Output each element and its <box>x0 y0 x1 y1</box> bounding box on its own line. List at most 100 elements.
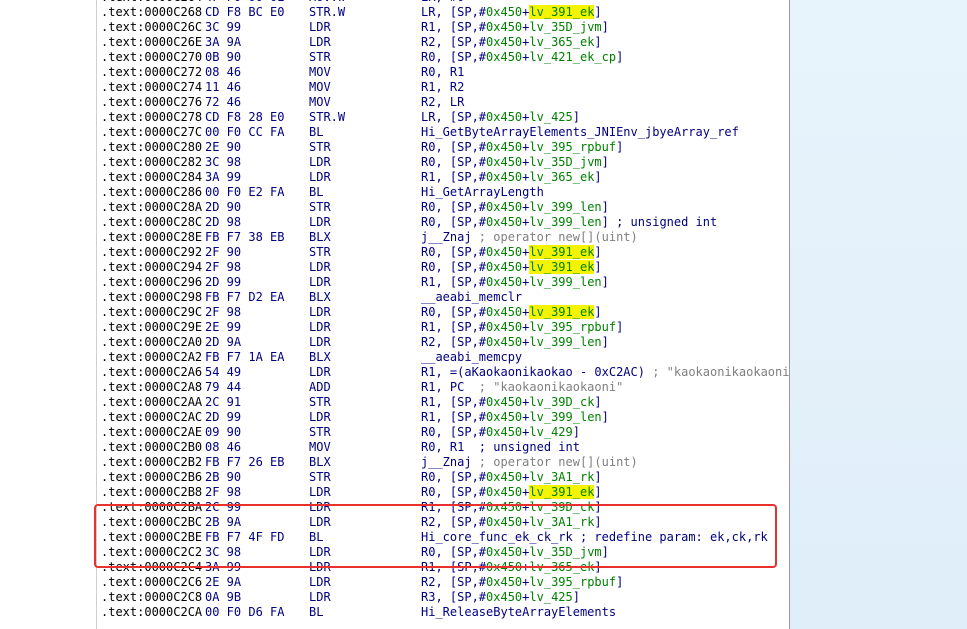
instruction-address[interactable]: .text:0000C2A2 <box>101 350 202 365</box>
variable-operand[interactable]: 0x450 <box>486 305 522 319</box>
instruction-operands[interactable]: R1, PC ; "kaokaonikaokaoni" <box>421 380 623 395</box>
instruction-address[interactable]: .text:0000C274 <box>101 80 202 95</box>
instruction-address[interactable]: .text:0000C286 <box>101 185 202 200</box>
instruction-address[interactable]: .text:0000C29C <box>101 305 202 320</box>
listing-row[interactable]: .text:0000C286 00 F0 E2 FA BL Hi_GetArrayLe… <box>97 185 789 200</box>
instruction-address[interactable]: .text:0000C27C <box>101 125 202 140</box>
listing-row[interactable]: .text:0000C28A 2D 90 STR R0, [SP,#0x450+lv_… <box>97 200 789 215</box>
instruction-operands[interactable]: R1, [SP,#0x450+lv_39D_ck] <box>421 500 602 515</box>
instruction-operands[interactable]: R1, R2 <box>421 80 464 95</box>
instruction-operands[interactable]: R0, [SP,#0x450+lv_399_len] <box>421 200 609 215</box>
instruction-operands[interactable]: R0, [SP,#0x450+lv_391_ek] <box>421 260 602 275</box>
listing-row[interactable]: .text:0000C292 2F 90 STR R0, [SP,#0x450+lv_… <box>97 245 789 260</box>
listing-row[interactable]: .text:0000C2B6 2B 90 STR R0, [SP,#0x450+lv_… <box>97 470 789 485</box>
instruction-operands[interactable]: R2, [SP,#0x450+lv_395_rpbuf] <box>421 575 623 590</box>
instruction-address[interactable]: .text:0000C270 <box>101 50 202 65</box>
instruction-operands[interactable]: R1, =(aKaokaonikaokao - 0xC2AC) ; "kaoka… <box>421 365 789 380</box>
function-reference[interactable]: j__Znaj <box>421 230 472 244</box>
instruction-address[interactable]: .text:0000C278 <box>101 110 202 125</box>
listing-row[interactable]: .text:0000C2AE 09 90 STR R0, [SP,#0x450+lv_… <box>97 425 789 440</box>
instruction-address[interactable]: .text:0000C2C8 <box>101 590 202 605</box>
instruction-operands[interactable]: R0, [SP,#0x450+lv_429] <box>421 425 580 440</box>
instruction-address[interactable]: .text:0000C2B8 <box>101 485 202 500</box>
instruction-address[interactable]: .text:0000C2C6 <box>101 575 202 590</box>
listing-row[interactable]: .text:0000C298 FB F7 D2 EA BLX __aeabi_memc… <box>97 290 789 305</box>
variable-operand[interactable]: 0x450 <box>486 5 522 19</box>
listing-row[interactable]: .text:0000C2CA 00 F0 D6 FA BL Hi_ReleaseByt… <box>97 605 789 620</box>
instruction-operands[interactable]: R2, [SP,#0x450+lv_399_len] <box>421 335 609 350</box>
instruction-address[interactable]: .text:0000C28C <box>101 215 202 230</box>
variable-operand[interactable]: lv_425 <box>529 590 572 604</box>
variable-operand[interactable]: lv_421_ek_cp <box>529 50 616 64</box>
listing-row[interactable]: .text:0000C2AA 2C 91 STR R1, [SP,#0x450+lv_… <box>97 395 789 410</box>
instruction-address[interactable]: .text:0000C2AE <box>101 425 202 440</box>
variable-operand[interactable]: 0x450 <box>486 320 522 334</box>
variable-operand[interactable]: 0x450 <box>486 515 522 529</box>
instruction-operands[interactable]: R1, [SP,#0x450+lv_395_rpbuf] <box>421 320 623 335</box>
highlighted-operand[interactable]: lv_391_ek <box>529 5 595 19</box>
instruction-address[interactable]: .text:0000C280 <box>101 140 202 155</box>
highlighted-operand[interactable]: lv_391_ek <box>529 305 595 319</box>
variable-operand[interactable]: 0x450 <box>486 200 522 214</box>
instruction-address[interactable]: .text:0000C2A6 <box>101 365 202 380</box>
listing-row[interactable]: .text:0000C296 2D 99 LDR R1, [SP,#0x450+lv_… <box>97 275 789 290</box>
variable-operand[interactable]: 0x450 <box>486 335 522 349</box>
listing-row[interactable]: .text:0000C28C 2D 98 LDR R0, [SP,#0x450+lv_… <box>97 215 789 230</box>
instruction-operands[interactable]: R0, [SP,#0x450+lv_3A1_rk] <box>421 470 602 485</box>
listing-row[interactable]: .text:0000C2A0 2D 9A LDR R2, [SP,#0x450+lv_… <box>97 335 789 350</box>
instruction-address[interactable]: .text:0000C292 <box>101 245 202 260</box>
instruction-operands[interactable]: LR, [SP,#0x450+lv_425] <box>421 110 580 125</box>
listing-row[interactable]: .text:0000C2A6 54 49 LDR R1, =(aKaokaonikao… <box>97 365 789 380</box>
instruction-address[interactable]: .text:0000C28E <box>101 230 202 245</box>
listing-row[interactable]: .text:0000C274 11 46 MOV R1, R2 <box>97 80 789 95</box>
variable-operand[interactable]: lv_3A1_rk <box>529 515 594 529</box>
variable-operand[interactable]: 0x450 <box>486 560 522 574</box>
variable-operand[interactable]: 0x450 <box>486 20 522 34</box>
variable-operand[interactable]: lv_39D_ck <box>529 395 594 409</box>
listing-row[interactable]: .text:0000C2BE FB F7 4F FD BL Hi_core_func_… <box>97 530 789 545</box>
variable-operand[interactable]: lv_425 <box>529 110 572 124</box>
instruction-address[interactable]: .text:0000C2C4 <box>101 560 202 575</box>
instruction-operands[interactable]: j__Znaj ; operator new[](uint) <box>421 230 638 245</box>
instruction-operands[interactable]: R1, [SP,#0x450+lv_365_ek] <box>421 560 602 575</box>
instruction-address[interactable]: .text:0000C2BA <box>101 500 202 515</box>
instruction-address[interactable]: .text:0000C282 <box>101 155 202 170</box>
variable-operand[interactable]: lv_365_ek <box>529 560 594 574</box>
variable-operand[interactable]: 0x450 <box>486 110 522 124</box>
instruction-operands[interactable]: Hi_ReleaseByteArrayElements <box>421 605 616 620</box>
instruction-address[interactable]: .text:0000C276 <box>101 95 202 110</box>
listing-row[interactable]: .text:0000C2B2 FB F7 26 EB BLX j__Znaj ; op… <box>97 455 789 470</box>
instruction-address[interactable]: .text:0000C2C2 <box>101 545 202 560</box>
function-reference[interactable]: Hi_GetByteArrayElements_JNIEnv_jbyeArray… <box>421 125 739 139</box>
instruction-operands[interactable]: R2, [SP,#0x450+lv_365_ek] <box>421 35 602 50</box>
variable-operand[interactable]: lv_35D_jvm <box>529 545 601 559</box>
listing-row[interactable]: .text:0000C29C 2F 98 LDR R0, [SP,#0x450+lv_… <box>97 305 789 320</box>
instruction-operands[interactable]: R1, [SP,#0x450+lv_39D_ck] <box>421 395 602 410</box>
variable-operand[interactable]: 0x450 <box>486 470 522 484</box>
listing-row[interactable]: .text:0000C28E FB F7 38 EB BLX j__Znaj ; op… <box>97 230 789 245</box>
variable-operand[interactable]: lv_399_len <box>529 335 601 349</box>
function-reference[interactable]: __aeabi_memclr <box>421 290 522 304</box>
listing-row[interactable]: .text:0000C2BC 2B 9A LDR R2, [SP,#0x450+lv_… <box>97 515 789 530</box>
listing-row[interactable]: .text:0000C2B0 08 46 MOV R0, R1 ; unsigned … <box>97 440 789 455</box>
instruction-address[interactable]: .text:0000C2B6 <box>101 470 202 485</box>
listing-row[interactable]: .text:0000C2C8 0A 9B LDR R3, [SP,#0x450+lv_… <box>97 590 789 605</box>
listing-row[interactable]: .text:0000C282 3C 98 LDR R0, [SP,#0x450+lv_… <box>97 155 789 170</box>
listing-row[interactable]: .text:0000C2C2 3C 98 LDR R0, [SP,#0x450+lv_… <box>97 545 789 560</box>
instruction-operands[interactable]: R1, [SP,#0x450+lv_399_len] <box>421 275 609 290</box>
instruction-operands[interactable]: j__Znaj ; operator new[](uint) <box>421 455 638 470</box>
listing-row[interactable]: .text:0000C26C 3C 99 LDR R1, [SP,#0x450+lv_… <box>97 20 789 35</box>
function-reference[interactable]: Hi_core_func_ek_ck_rk <box>421 530 573 544</box>
instruction-operands[interactable]: R2, [SP,#0x450+lv_3A1_rk] <box>421 515 602 530</box>
variable-operand[interactable]: 0x450 <box>486 425 522 439</box>
instruction-address[interactable]: .text:0000C272 <box>101 65 202 80</box>
instruction-address[interactable]: .text:0000C2B2 <box>101 455 202 470</box>
listing-row[interactable]: .text:0000C2AC 2D 99 LDR R1, [SP,#0x450+lv_… <box>97 410 789 425</box>
variable-operand[interactable]: 0x450 <box>486 545 522 559</box>
listing-row[interactable]: .text:0000C270 0B 90 STR R0, [SP,#0x450+lv_… <box>97 50 789 65</box>
variable-operand[interactable]: 0x450 <box>486 260 522 274</box>
listing-row[interactable]: .text:0000C2C6 2E 9A LDR R2, [SP,#0x450+lv_… <box>97 575 789 590</box>
instruction-operands[interactable]: Hi_GetArrayLength <box>421 185 544 200</box>
listing-row[interactable]: .text:0000C2B8 2F 98 LDR R0, [SP,#0x450+lv_… <box>97 485 789 500</box>
variable-operand[interactable]: lv_395_rpbuf <box>529 140 616 154</box>
